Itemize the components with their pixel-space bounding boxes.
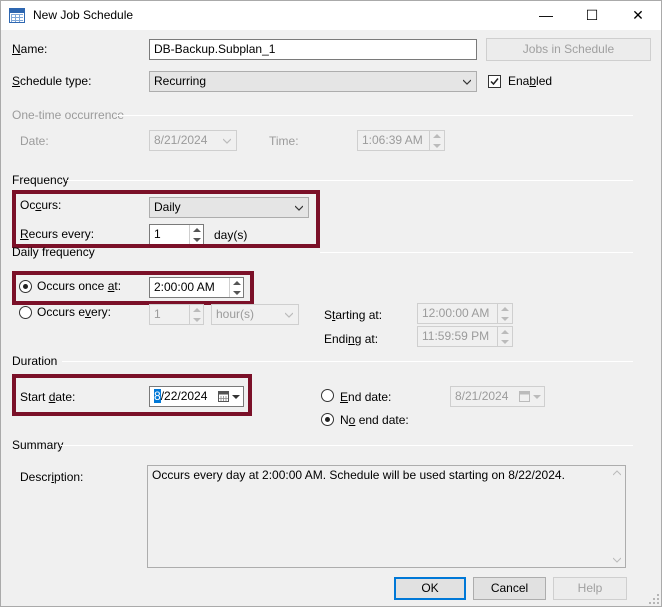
description-value: Occurs every day at 2:00:00 AM. Schedule… xyxy=(152,468,565,482)
calendar-icon[interactable] xyxy=(218,391,229,402)
chevron-down-icon xyxy=(223,138,231,144)
duration-divider xyxy=(62,361,633,362)
end-date-picker[interactable]: 8/21/2024 xyxy=(450,386,545,407)
schedule-grid-icon xyxy=(9,8,25,23)
chevron-down-icon xyxy=(285,312,293,318)
one-time-time-spinner[interactable] xyxy=(429,131,443,150)
scroll-up-icon[interactable] xyxy=(613,470,621,476)
scroll-down-icon[interactable] xyxy=(613,557,621,563)
ok-button[interactable]: OK xyxy=(394,577,466,600)
schedule-type-value: Recurring xyxy=(154,74,207,88)
occurs-every-label: Occurs every: xyxy=(37,305,112,319)
start-date-selected-part: 8 xyxy=(154,389,161,403)
starting-at-value: 12:00:00 AM xyxy=(422,306,490,320)
one-time-group-title: One-time occurrence xyxy=(12,108,125,122)
occurs-label: Occurs: xyxy=(20,198,62,212)
recurs-unit-label: day(s) xyxy=(214,228,248,242)
no-end-date-radio[interactable] xyxy=(321,413,334,426)
minimize-button[interactable]: — xyxy=(523,1,569,30)
recurs-every-value: 1 xyxy=(154,227,161,241)
enabled-label: Enabled xyxy=(508,74,553,88)
occurs-once-label: Occurs once at: xyxy=(37,279,122,293)
starting-at-spinner[interactable] xyxy=(497,304,511,323)
start-date-label: Start date: xyxy=(20,390,76,404)
occurs-select[interactable]: Daily xyxy=(149,197,309,218)
resize-grip-icon[interactable] xyxy=(649,594,659,604)
title-bar: New Job Schedule — ☐ ✕ xyxy=(1,1,661,30)
ending-at-value: 11:59:59 PM xyxy=(422,329,490,343)
cancel-button[interactable]: Cancel xyxy=(473,577,546,600)
occurs-every-unit-select[interactable]: hour(s) xyxy=(211,304,299,325)
occurs-every-value: 1 xyxy=(154,307,161,321)
daily-frequency-divider xyxy=(320,252,633,253)
checkmark-icon xyxy=(490,78,499,86)
frequency-divider xyxy=(67,180,633,181)
chevron-down-icon[interactable] xyxy=(232,393,240,401)
one-time-date-label: Date: xyxy=(20,134,49,148)
maximize-button[interactable]: ☐ xyxy=(569,1,615,30)
ending-at-spinner[interactable] xyxy=(497,327,511,346)
start-date-picker[interactable]: 8/22/2024 xyxy=(149,386,244,407)
occurs-once-spinner[interactable] xyxy=(229,278,243,297)
chevron-down-icon xyxy=(533,395,541,399)
no-end-date-label: No end date: xyxy=(340,413,409,427)
end-date-radio[interactable] xyxy=(321,389,334,402)
end-date-label: End date: xyxy=(340,390,392,404)
one-time-time-value: 1:06:39 AM xyxy=(362,133,423,147)
duration-group-title: Duration xyxy=(12,354,58,368)
calendar-icon xyxy=(519,391,530,402)
chevron-down-icon xyxy=(295,205,303,211)
occurs-every-spinner[interactable] xyxy=(189,305,203,324)
schedule-type-label: Schedule type: xyxy=(12,74,92,88)
ending-at-label: Ending at: xyxy=(324,332,379,346)
help-button[interactable]: Help xyxy=(553,577,627,600)
summary-divider xyxy=(61,445,633,446)
one-time-date-value: 8/21/2024 xyxy=(154,133,208,147)
one-time-date-picker[interactable]: 8/21/2024 xyxy=(149,130,237,151)
occurs-value: Daily xyxy=(154,200,181,214)
enabled-checkbox[interactable] xyxy=(488,75,501,88)
window-title: New Job Schedule xyxy=(33,8,134,22)
frequency-group-title: Frequency xyxy=(12,173,69,187)
description-label: Description: xyxy=(20,470,84,484)
description-textarea[interactable]: Occurs every day at 2:00:00 AM. Schedule… xyxy=(147,465,626,568)
occurs-once-time-value: 2:00:00 AM xyxy=(154,280,215,294)
one-time-time-label: Time: xyxy=(269,134,299,148)
occurs-every-radio[interactable] xyxy=(19,306,32,319)
recurs-every-spinner[interactable] xyxy=(189,225,203,244)
description-scrollbar[interactable] xyxy=(609,466,625,567)
recurs-every-label: Recurs every: xyxy=(20,227,95,241)
occurs-every-unit-value: hour(s) xyxy=(216,307,255,321)
one-time-divider xyxy=(117,115,633,116)
jobs-in-schedule-button[interactable]: Jobs in Schedule xyxy=(486,38,651,61)
end-date-value: 8/21/2024 xyxy=(455,389,509,403)
name-label: Name: xyxy=(12,42,48,56)
chevron-down-icon xyxy=(463,79,471,85)
occurs-once-radio[interactable] xyxy=(19,280,32,293)
start-date-rest: /22/2024 xyxy=(160,389,208,403)
name-input[interactable]: DB-Backup.Subplan_1 xyxy=(149,39,477,60)
summary-group-title: Summary xyxy=(12,438,64,452)
starting-at-label: Starting at: xyxy=(324,308,383,322)
schedule-type-select[interactable]: Recurring xyxy=(149,71,477,92)
close-button[interactable]: ✕ xyxy=(615,1,661,30)
daily-frequency-group-title: Daily frequency xyxy=(12,245,95,259)
